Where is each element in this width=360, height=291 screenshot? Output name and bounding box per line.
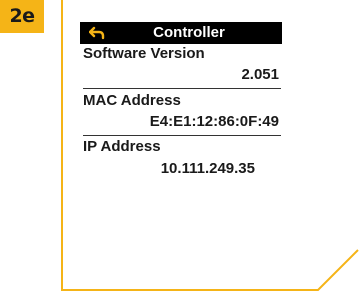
step-badge: 2e — [0, 0, 44, 33]
screen-title: Controller — [153, 24, 225, 41]
ip-address-value: 10.111.249.35 — [160, 160, 255, 177]
software-version-value: 2.051 — [241, 66, 279, 83]
ip-address-label: IP Address — [83, 138, 161, 155]
instruction-panel: 2e Controller Software Version 2.051 MAC… — [0, 0, 360, 291]
mac-address-label: MAC Address — [83, 92, 181, 109]
screen-header: Controller — [80, 22, 282, 44]
device-screen: Controller Software Version 2.051 MAC Ad… — [80, 22, 282, 222]
software-version-label: Software Version — [83, 45, 205, 62]
divider — [83, 135, 281, 136]
divider — [83, 88, 281, 89]
mac-address-value: E4:E1:12:86:0F:49 — [149, 113, 279, 130]
